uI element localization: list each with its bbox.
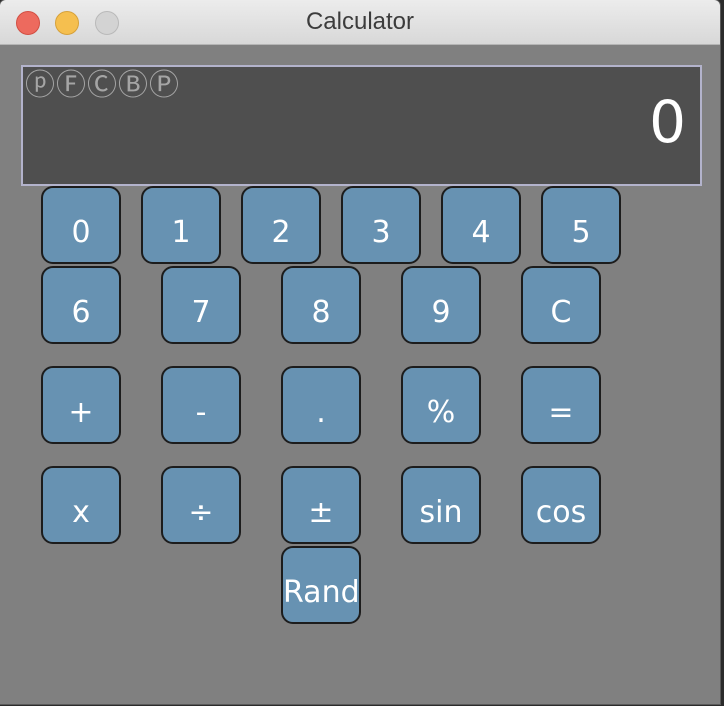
- rand-button[interactable]: Rand: [281, 546, 361, 624]
- indicator-f-icon: Ⓕ: [56, 68, 87, 103]
- indicator-b-icon: Ⓑ: [118, 68, 149, 103]
- indicator-p-upper-icon: Ⓟ: [149, 68, 180, 103]
- digit-8-button[interactable]: 8: [281, 266, 361, 344]
- divide-button[interactable]: ÷: [161, 466, 241, 544]
- digit-9-button[interactable]: 9: [401, 266, 481, 344]
- indicator-c-icon: Ⓒ: [87, 68, 118, 103]
- equals-button[interactable]: =: [521, 366, 601, 444]
- minus-button[interactable]: -: [161, 366, 241, 444]
- plus-button[interactable]: +: [41, 366, 121, 444]
- cos-button[interactable]: cos: [521, 466, 601, 544]
- clear-button[interactable]: C: [521, 266, 601, 344]
- sin-button[interactable]: sin: [401, 466, 481, 544]
- calculator-display: ⓟⒻⒸⒷⓅ 0: [21, 65, 702, 186]
- digit-0-button[interactable]: 0: [41, 186, 121, 264]
- digit-1-button[interactable]: 1: [141, 186, 221, 264]
- title-bar[interactable]: Calculator: [0, 0, 720, 45]
- mode-indicators: ⓟⒻⒸⒷⓅ: [25, 68, 180, 104]
- percent-button[interactable]: %: [401, 366, 481, 444]
- digit-7-button[interactable]: 7: [161, 266, 241, 344]
- window-title: Calculator: [305, 8, 415, 35]
- multiply-button[interactable]: x: [41, 466, 121, 544]
- calculator-window: Calculator ⓟⒻⒸⒷⓅ 0 0 1 2 3 4 5 6 7 8 9 C…: [0, 0, 720, 704]
- digit-2-button[interactable]: 2: [241, 186, 321, 264]
- digit-5-button[interactable]: 5: [541, 186, 621, 264]
- indicator-p-lower-icon: ⓟ: [25, 68, 56, 103]
- display-value: 0: [649, 88, 686, 156]
- digit-6-button[interactable]: 6: [41, 266, 121, 344]
- sign-toggle-button[interactable]: ±: [281, 466, 361, 544]
- digit-3-button[interactable]: 3: [341, 186, 421, 264]
- digit-4-button[interactable]: 4: [441, 186, 521, 264]
- decimal-button[interactable]: .: [281, 366, 361, 444]
